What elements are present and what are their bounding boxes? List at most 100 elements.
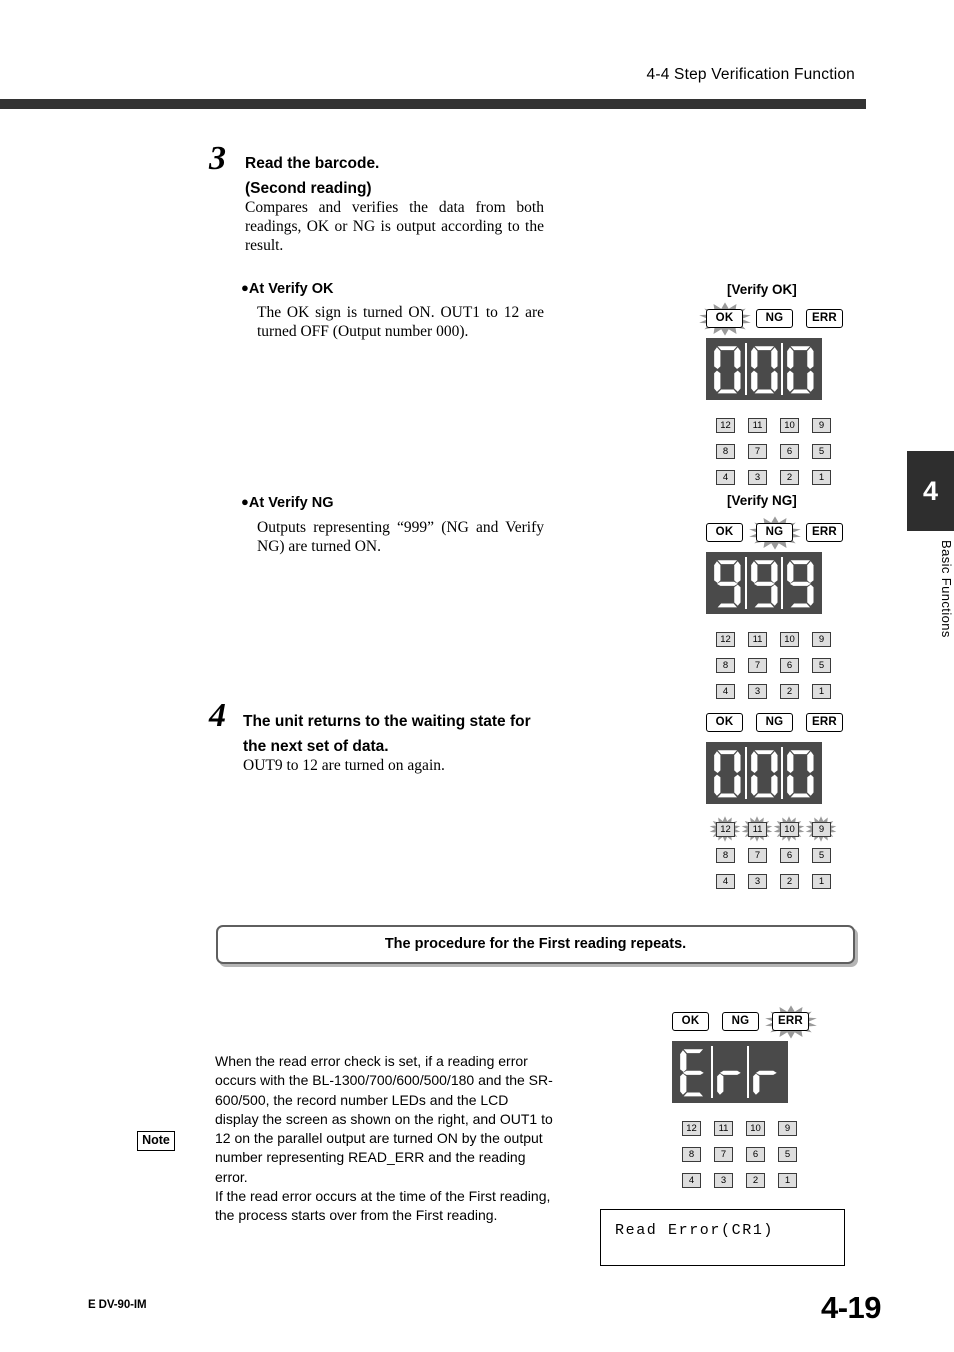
output-number-label: 7 <box>748 444 767 459</box>
output-number-cell: 4 <box>716 470 739 487</box>
output-number-label: 3 <box>748 684 767 699</box>
output-number-label: 1 <box>812 874 831 889</box>
seven-segment-digit <box>747 343 784 395</box>
status-badge-label: OK <box>706 713 743 732</box>
seven-segment-digit <box>783 343 818 395</box>
page-header-title: 4-4 Step Verification Function <box>646 66 855 83</box>
output-number-label: 6 <box>780 848 799 863</box>
output-number-cell: 10 <box>746 1121 769 1138</box>
seven-segment-display <box>706 552 822 614</box>
output-number-cell: 6 <box>746 1147 769 1164</box>
seven-segment-digit <box>710 747 747 799</box>
output-number-cell: 12 <box>682 1121 705 1138</box>
output-number-label: 2 <box>780 470 799 485</box>
output-number-label: 12 <box>716 418 735 433</box>
output-number-cell: 7 <box>748 848 771 865</box>
output-number-label: 9 <box>778 1121 797 1136</box>
seven-segment-digit <box>710 343 747 395</box>
output-number-cell: 8 <box>682 1147 705 1164</box>
panel-caption: [Verify NG] <box>727 493 797 508</box>
output-number-label: 4 <box>716 470 735 485</box>
seven-segment-digit <box>783 747 818 799</box>
output-number-label: 11 <box>748 822 767 837</box>
note-text: When the read error check is set, if a r… <box>215 1052 555 1226</box>
output-number-cell: 3 <box>748 684 771 701</box>
output-number-cell: 10 <box>780 632 803 649</box>
output-number-cell: 5 <box>812 444 835 461</box>
output-number-cell: 6 <box>780 848 803 865</box>
output-number-grid: 12 11 10 9 8 7 6 5 4 3 2 1 <box>709 816 837 900</box>
status-badge-ok: OK <box>672 1012 709 1031</box>
seven-segment-display <box>706 338 822 400</box>
output-number-cell: 12 <box>709 816 741 842</box>
status-badge-row: OK NG ERR <box>672 1004 817 1039</box>
repeat-callout-box: The procedure for the First reading repe… <box>216 925 855 964</box>
output-number-cell: 7 <box>748 658 771 675</box>
status-badge-label: ERR <box>772 1012 809 1031</box>
status-badge-label: ERR <box>806 523 843 542</box>
output-number-label: 12 <box>716 632 735 647</box>
status-badge-err: ERR <box>806 523 843 542</box>
output-number-grid: 12 11 10 9 8 7 6 5 4 3 2 1 <box>716 418 835 496</box>
output-number-cell: 11 <box>748 632 771 649</box>
output-number-cell: 9 <box>805 816 837 842</box>
bullet-verify-ng-title: ●At Verify NG <box>241 494 334 511</box>
repeat-callout-label: The procedure for the First reading repe… <box>384 936 687 952</box>
output-number-label: 12 <box>716 822 735 837</box>
status-badge-label: OK <box>706 523 743 542</box>
status-badge-row: OK NG ERR <box>706 713 843 732</box>
output-number-cell: 10 <box>773 816 805 842</box>
output-number-label: 8 <box>716 848 735 863</box>
footer-document-id: E DV-90-IM <box>88 1299 147 1311</box>
output-number-cell: 2 <box>780 684 803 701</box>
output-number-label: 7 <box>714 1147 733 1162</box>
status-badge-label: OK <box>706 309 743 328</box>
output-number-label: 10 <box>780 418 799 433</box>
step-3-heading-line1: Read the barcode. <box>245 155 380 172</box>
output-number-cell: 1 <box>812 470 835 487</box>
status-badge-label: NG <box>756 523 793 542</box>
output-number-label: 1 <box>812 470 831 485</box>
seven-segment-digit <box>710 557 747 609</box>
output-number-cell: 11 <box>741 816 773 842</box>
output-number-label: 5 <box>812 658 831 673</box>
status-badge-label: NG <box>756 309 793 328</box>
output-number-cell: 2 <box>780 874 803 891</box>
output-number-label: 1 <box>812 684 831 699</box>
output-number-grid: 12 11 10 9 8 7 6 5 4 3 2 1 <box>716 632 835 710</box>
output-number-label: 3 <box>714 1173 733 1188</box>
output-number-cell: 3 <box>714 1173 737 1190</box>
panel-caption: [Verify OK] <box>727 282 797 297</box>
output-number-cell: 12 <box>716 418 739 435</box>
footer-page-number: 4-19 <box>820 1290 882 1325</box>
status-badge-label: ERR <box>806 309 843 328</box>
output-number-cell: 5 <box>812 848 835 865</box>
status-badge-label: OK <box>672 1012 709 1031</box>
output-number-label: 6 <box>746 1147 765 1162</box>
output-number-label: 1 <box>778 1173 797 1188</box>
status-badge-ng: NG <box>756 309 793 328</box>
output-number-cell: 12 <box>716 632 739 649</box>
status-badge-ng: NG <box>748 515 801 550</box>
output-number-label: 10 <box>780 632 799 647</box>
output-number-cell: 5 <box>778 1147 801 1164</box>
output-number-label: 7 <box>748 658 767 673</box>
output-number-label: 11 <box>714 1121 733 1136</box>
output-number-cell: 2 <box>746 1173 769 1190</box>
status-badge-ok: OK <box>706 523 743 542</box>
status-badge-ok: OK <box>698 301 751 336</box>
seven-segment-digit <box>747 747 784 799</box>
status-badge-label: NG <box>756 713 793 732</box>
lcd-readout-box: Read Error(CR1) <box>600 1209 845 1266</box>
output-number-cell: 1 <box>812 684 835 701</box>
chapter-tab-number: 4 <box>922 476 939 506</box>
output-number-cell: 2 <box>780 470 803 487</box>
output-number-label: 11 <box>748 418 767 433</box>
output-number-cell: 7 <box>714 1147 737 1164</box>
output-number-label: 6 <box>780 444 799 459</box>
output-number-cell: 11 <box>714 1121 737 1138</box>
output-number-label: 10 <box>780 822 799 837</box>
step-3-body: Compares and verifies the data from both… <box>245 199 544 254</box>
status-badge-ng: NG <box>756 713 793 732</box>
output-number-cell: 4 <box>682 1173 705 1190</box>
